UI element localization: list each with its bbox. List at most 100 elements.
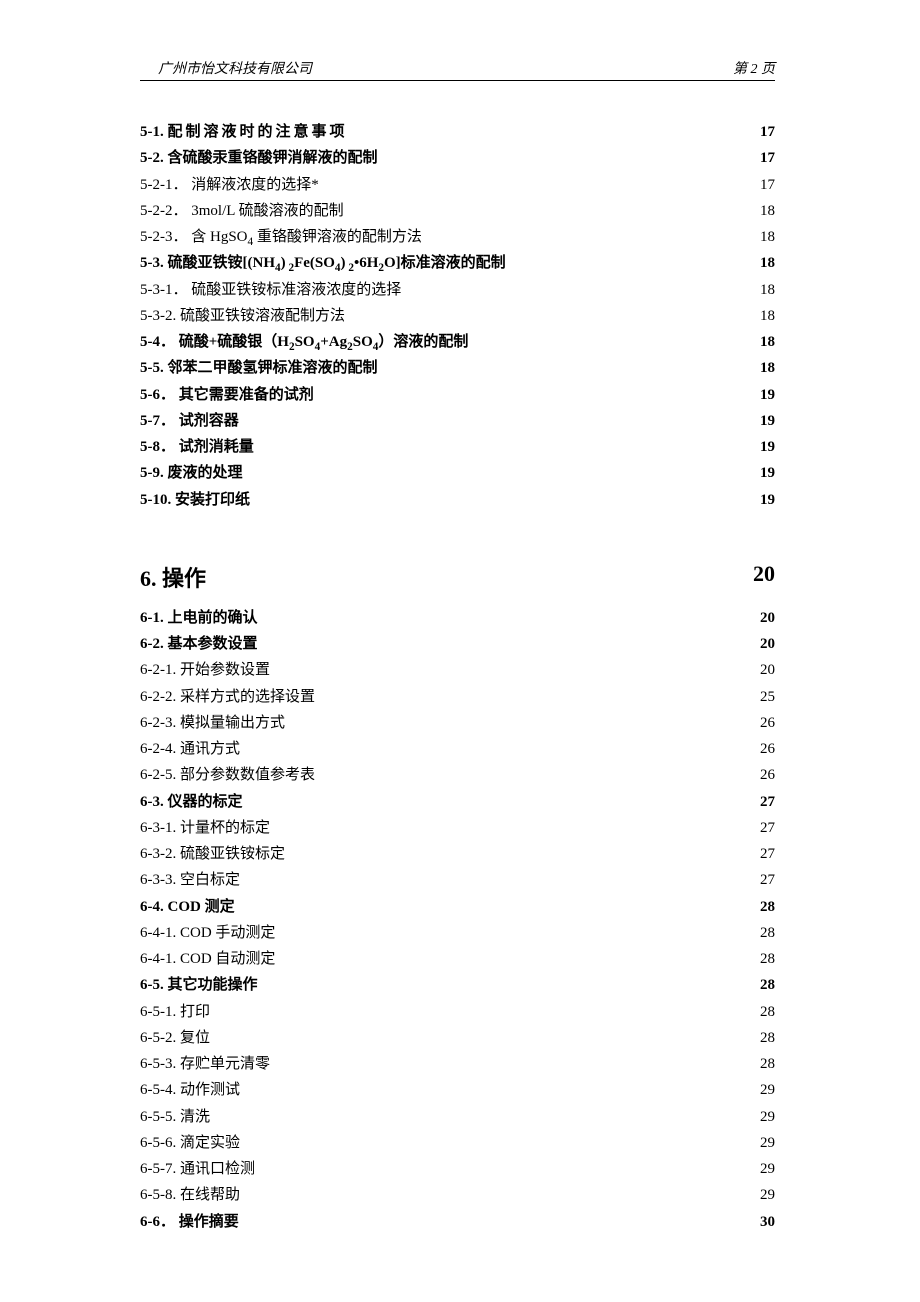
toc-page: 29 [743, 1077, 775, 1103]
toc-row: 6-5-3. 存贮单元清零28 [140, 1051, 775, 1077]
toc-page: 29 [743, 1130, 775, 1156]
toc-title: 6-2. 基本参数设置 [140, 631, 743, 657]
toc-page: 28 [743, 946, 775, 972]
toc-title: 6-5-1. 打印 [140, 999, 743, 1025]
toc-section-5: 5-1. 配制溶液时的注意事项175-2. 含硫酸汞重铬酸钾消解液的配制175-… [140, 119, 775, 513]
toc-row: 5-2-2． 3mol/L 硫酸溶液的配制18 [140, 198, 775, 224]
toc-title: 5-3-1． 硫酸亚铁铵标准溶液浓度的选择 [140, 277, 743, 303]
toc-title: 5-3. 硫酸亚铁铵[(NH4) 2Fe(SO4) 2•6H2O]标准溶液的配制 [140, 250, 743, 276]
toc-title: 6-5-4. 动作测试 [140, 1077, 743, 1103]
toc-row: 5-3-2. 硫酸亚铁铵溶液配制方法18 [140, 303, 775, 329]
toc-page: 27 [743, 789, 775, 815]
toc-title: 6-3-1. 计量杯的标定 [140, 815, 743, 841]
toc-page: 28 [743, 999, 775, 1025]
toc-row: 6-5. 其它功能操作28 [140, 972, 775, 998]
toc-title: 6-2-2. 采样方式的选择设置 [140, 684, 743, 710]
toc-page: 18 [743, 303, 775, 329]
toc-page: 19 [743, 487, 775, 513]
toc-row: 5-3. 硫酸亚铁铵[(NH4) 2Fe(SO4) 2•6H2O]标准溶液的配制… [140, 250, 775, 276]
toc-row: 6-2. 基本参数设置20 [140, 631, 775, 657]
toc-title: 6-6． 操作摘要 [140, 1209, 743, 1235]
toc-row: 6-6． 操作摘要30 [140, 1209, 775, 1235]
toc-row: 6-2-4. 通讯方式26 [140, 736, 775, 762]
toc-row: 6-5-6. 滴定实验29 [140, 1130, 775, 1156]
toc-row: 5-6． 其它需要准备的试剂19 [140, 382, 775, 408]
toc-page: 18 [743, 198, 775, 224]
toc-page: 20 [743, 605, 775, 631]
toc-row: 6-3. 仪器的标定27 [140, 789, 775, 815]
toc-row: 6-5-5. 清洗29 [140, 1104, 775, 1130]
document-page: 广州市怡文科技有限公司 第 2 页 5-1. 配制溶液时的注意事项175-2. … [0, 0, 920, 1295]
section-title: 6. 操作 [140, 561, 206, 593]
toc-title: 5-2-3． 含 HgSO4 重铬酸钾溶液的配制方法 [140, 224, 743, 250]
toc-page: 19 [743, 408, 775, 434]
toc-row: 6-3-2. 硫酸亚铁铵标定27 [140, 841, 775, 867]
toc-page: 28 [743, 972, 775, 998]
toc-row: 6-5-7. 通讯口检测29 [140, 1156, 775, 1182]
toc-row: 5-7． 试剂容器19 [140, 408, 775, 434]
section-page: 20 [753, 561, 775, 593]
toc-page: 17 [743, 145, 775, 171]
toc-row: 6-3-3. 空白标定27 [140, 867, 775, 893]
toc-page: 27 [743, 841, 775, 867]
toc-page: 18 [743, 355, 775, 381]
toc-title: 6-5-6. 滴定实验 [140, 1130, 743, 1156]
toc-row: 6-2-2. 采样方式的选择设置25 [140, 684, 775, 710]
toc-page: 18 [743, 277, 775, 303]
toc-section-6-head: 6. 操作 20 [140, 561, 775, 593]
toc-row: 6-5-2. 复位28 [140, 1025, 775, 1051]
toc-row: 5-3-1． 硫酸亚铁铵标准溶液浓度的选择18 [140, 277, 775, 303]
toc-row: 5-1. 配制溶液时的注意事项17 [140, 119, 775, 145]
toc-title: 6-4-1. COD 自动测定 [140, 946, 743, 972]
toc-page: 20 [743, 657, 775, 683]
toc-title: 5-2. 含硫酸汞重铬酸钾消解液的配制 [140, 145, 743, 171]
toc-title: 5-10. 安装打印纸 [140, 487, 743, 513]
toc-title: 5-7． 试剂容器 [140, 408, 743, 434]
toc-page: 29 [743, 1104, 775, 1130]
toc-page: 17 [743, 119, 775, 145]
toc-page: 18 [743, 329, 775, 355]
toc-page: 18 [743, 224, 775, 250]
toc-page: 26 [743, 762, 775, 788]
toc-title: 6-3-2. 硫酸亚铁铵标定 [140, 841, 743, 867]
toc-row: 6-5-4. 动作测试29 [140, 1077, 775, 1103]
toc-page: 19 [743, 434, 775, 460]
toc-row: 6-4-1. COD 手动测定28 [140, 920, 775, 946]
toc-row: 5-8． 试剂消耗量19 [140, 434, 775, 460]
toc-title: 6-2-3. 模拟量输出方式 [140, 710, 743, 736]
toc-title: 5-2-2． 3mol/L 硫酸溶液的配制 [140, 198, 743, 224]
toc-row: 5-2-3． 含 HgSO4 重铬酸钾溶液的配制方法18 [140, 224, 775, 250]
toc-row: 6-4. COD 测定28 [140, 894, 775, 920]
toc-row: 6-4-1. COD 自动测定28 [140, 946, 775, 972]
toc-page: 19 [743, 382, 775, 408]
toc-row: 6-2-5. 部分参数数值参考表26 [140, 762, 775, 788]
toc-title: 6-5. 其它功能操作 [140, 972, 743, 998]
toc-page: 25 [743, 684, 775, 710]
toc-title: 5-8． 试剂消耗量 [140, 434, 743, 460]
toc-row: 5-10. 安装打印纸19 [140, 487, 775, 513]
toc-page: 27 [743, 815, 775, 841]
toc-title: 5-5. 邻苯二甲酸氢钾标准溶液的配制 [140, 355, 743, 381]
toc-row: 6-3-1. 计量杯的标定27 [140, 815, 775, 841]
toc-page: 20 [743, 631, 775, 657]
toc-page: 28 [743, 920, 775, 946]
toc-title: 5-1. 配制溶液时的注意事项 [140, 119, 743, 145]
toc-row: 6-1. 上电前的确认20 [140, 605, 775, 631]
toc-row: 5-4． 硫酸+硫酸银（H2SO4+Ag2SO4）溶液的配制18 [140, 329, 775, 355]
toc-row: 6-5-1. 打印28 [140, 999, 775, 1025]
toc-row: 5-9. 废液的处理19 [140, 460, 775, 486]
toc-title: 6-4. COD 测定 [140, 894, 743, 920]
toc-title: 6-2-4. 通讯方式 [140, 736, 743, 762]
toc-row: 6-2-3. 模拟量输出方式26 [140, 710, 775, 736]
toc-title: 6-2-1. 开始参数设置 [140, 657, 743, 683]
toc-title: 6-5-8. 在线帮助 [140, 1182, 743, 1208]
toc-page: 30 [743, 1209, 775, 1235]
toc-page: 28 [743, 1051, 775, 1077]
toc-page: 19 [743, 460, 775, 486]
toc-title: 6-1. 上电前的确认 [140, 605, 743, 631]
toc-page: 18 [743, 250, 775, 276]
toc-title: 6-5-7. 通讯口检测 [140, 1156, 743, 1182]
toc-title: 6-3-3. 空白标定 [140, 867, 743, 893]
toc-page: 17 [743, 172, 775, 198]
toc-title: 5-6． 其它需要准备的试剂 [140, 382, 743, 408]
